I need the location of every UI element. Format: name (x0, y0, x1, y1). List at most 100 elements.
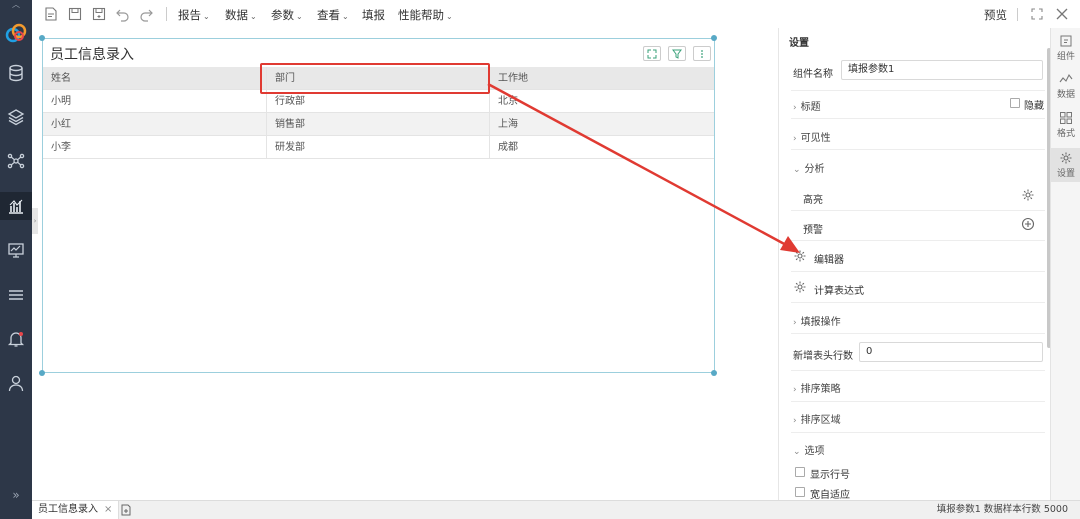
divider (791, 240, 1045, 241)
component-name-field[interactable]: 填报参数1 (841, 60, 1043, 80)
calc-gear-icon[interactable] (793, 280, 807, 294)
tab-format[interactable]: 格式 (1051, 111, 1080, 139)
menu-fill[interactable]: 填报 (362, 7, 385, 23)
divider (791, 432, 1045, 433)
divider (791, 302, 1045, 303)
expand-sidebar-icon[interactable]: » (0, 488, 32, 506)
new-header-rows-input[interactable]: 0 (859, 342, 1043, 362)
status-info: 填报参数1 数据样本行数 5000 (936, 504, 1068, 515)
table-row: 小李 研发部 成都 (43, 136, 714, 159)
warning-label: 预警 (803, 225, 823, 236)
close-tab-icon[interactable]: × (104, 504, 112, 515)
format-icon (1060, 112, 1072, 124)
section-title[interactable]: › 标题 (793, 98, 821, 113)
more-options-icon[interactable] (693, 46, 711, 61)
table-cell[interactable]: 上海 (490, 113, 714, 136)
section-fill-ops[interactable]: › 填报操作 (793, 313, 841, 328)
calc-expression-label[interactable]: 计算表达式 (814, 282, 864, 297)
right-tab-rail: 组件 数据 格式 设置 (1050, 28, 1080, 500)
section-analysis[interactable]: ⌄ 分析 (793, 160, 825, 175)
resize-handle[interactable] (711, 35, 717, 41)
undo-icon[interactable] (115, 6, 131, 22)
hide-label: 隐藏 (1024, 101, 1044, 112)
section-sort-area[interactable]: › 排序区域 (793, 411, 841, 426)
components-icon (1060, 35, 1072, 47)
collapse-top-icon[interactable]: ︿ (0, 0, 32, 10)
width-adapt-checkbox[interactable] (795, 487, 805, 497)
divider (791, 210, 1045, 211)
database-icon[interactable] (0, 59, 32, 87)
column-header[interactable]: 工作地 (490, 67, 714, 90)
resize-handle[interactable] (39, 370, 45, 376)
table-cell[interactable]: 小明 (43, 90, 267, 113)
section-sort-strategy[interactable]: › 排序策略 (793, 380, 841, 395)
divider (791, 401, 1045, 402)
toolbar: 报告 ⌄ 数据 ⌄ 参数 ⌄ 查看 ⌄ 填报 性能帮助 ⌄ 预览 (32, 0, 1080, 28)
toolbar-separator (1017, 8, 1018, 21)
dashboard-chart-icon[interactable] (0, 192, 32, 220)
divider (791, 149, 1045, 150)
hide-title-checkbox[interactable] (1010, 98, 1020, 108)
tab-settings[interactable]: 设置 (1051, 148, 1080, 182)
component-name-label: 组件名称 (793, 69, 833, 80)
network-icon[interactable] (0, 147, 32, 175)
filter-icon[interactable] (668, 46, 686, 61)
divider (791, 118, 1045, 119)
menu-data[interactable]: 数据 ⌄ (225, 7, 257, 23)
panel-title: 设置 (789, 38, 809, 49)
table-cell[interactable]: 北京 (490, 90, 714, 113)
bell-icon[interactable] (0, 325, 32, 353)
status-bar: 员工信息录入 × 填报参数1 数据样本行数 5000 (32, 500, 1080, 519)
table-cell[interactable]: 小李 (43, 136, 267, 159)
app-logo-icon (5, 22, 27, 44)
section-visibility[interactable]: › 可见性 (793, 129, 831, 144)
column-header[interactable]: 姓名 (43, 67, 267, 90)
table-cell[interactable]: 研发部 (267, 136, 490, 159)
add-sheet-icon[interactable] (120, 504, 132, 516)
divider (791, 90, 1045, 91)
layers-icon[interactable] (0, 103, 32, 131)
menu-view[interactable]: 查看 ⌄ (317, 7, 349, 23)
divider (791, 333, 1045, 334)
user-icon[interactable] (0, 369, 32, 397)
show-row-number-label: 显示行号 (810, 470, 850, 481)
data-icon (1059, 73, 1073, 83)
section-options[interactable]: ⌄ 选项 (793, 442, 825, 457)
tab-data[interactable]: 数据 (1051, 72, 1080, 100)
settings-gear-icon (1060, 152, 1072, 164)
tab-components[interactable]: 组件 (1051, 34, 1080, 62)
table-cell[interactable]: 小红 (43, 113, 267, 136)
editor-label[interactable]: 编辑器 (814, 251, 844, 266)
highlight-label: 高亮 (803, 195, 823, 206)
menu-params[interactable]: 参数 ⌄ (271, 7, 303, 23)
toolbar-separator (166, 7, 167, 21)
add-circle-icon[interactable] (1021, 217, 1035, 231)
table-cell[interactable]: 成都 (490, 136, 714, 159)
redo-icon[interactable] (138, 6, 154, 22)
expand-widget-icon[interactable] (643, 46, 661, 61)
left-nav-rail: ︿ » (0, 0, 32, 519)
save-icon[interactable] (67, 6, 83, 22)
monitor-chart-icon[interactable] (0, 236, 32, 264)
width-adapt-label: 宽自适应 (810, 490, 850, 501)
close-icon[interactable] (1054, 6, 1070, 22)
menu-lines-icon[interactable] (0, 281, 32, 309)
gear-icon[interactable] (1021, 188, 1035, 202)
menu-performance-help[interactable]: 性能帮助 ⌄ (398, 7, 453, 23)
sheet-tab[interactable]: 员工信息录入 × (32, 501, 120, 519)
table-cell[interactable]: 销售部 (267, 113, 490, 136)
save-as-icon[interactable] (91, 6, 107, 22)
resize-handle[interactable] (39, 35, 45, 41)
collapse-panel-tab[interactable]: › (32, 208, 38, 234)
new-file-icon[interactable] (43, 6, 59, 22)
table-row: 小红 销售部 上海 (43, 113, 714, 136)
annotation-highlight-box (260, 63, 490, 94)
resize-handle[interactable] (711, 370, 717, 376)
menu-report[interactable]: 报告 ⌄ (178, 7, 210, 23)
show-row-number-checkbox[interactable] (795, 467, 805, 477)
settings-panel: 设置 组件名称 填报参数1 › 标题 隐藏 › 可见性 ⌄ 分析 高亮 预警 编辑器 … (778, 28, 1051, 501)
preview-button[interactable]: 预览 (984, 7, 1007, 23)
design-canvas: 员工信息录入 姓名 部门 工作地 小明 行政部 北京 小红 销售部 上海 小李 … (32, 28, 778, 500)
editor-gear-icon[interactable] (793, 249, 807, 263)
fullscreen-icon[interactable] (1029, 6, 1045, 22)
